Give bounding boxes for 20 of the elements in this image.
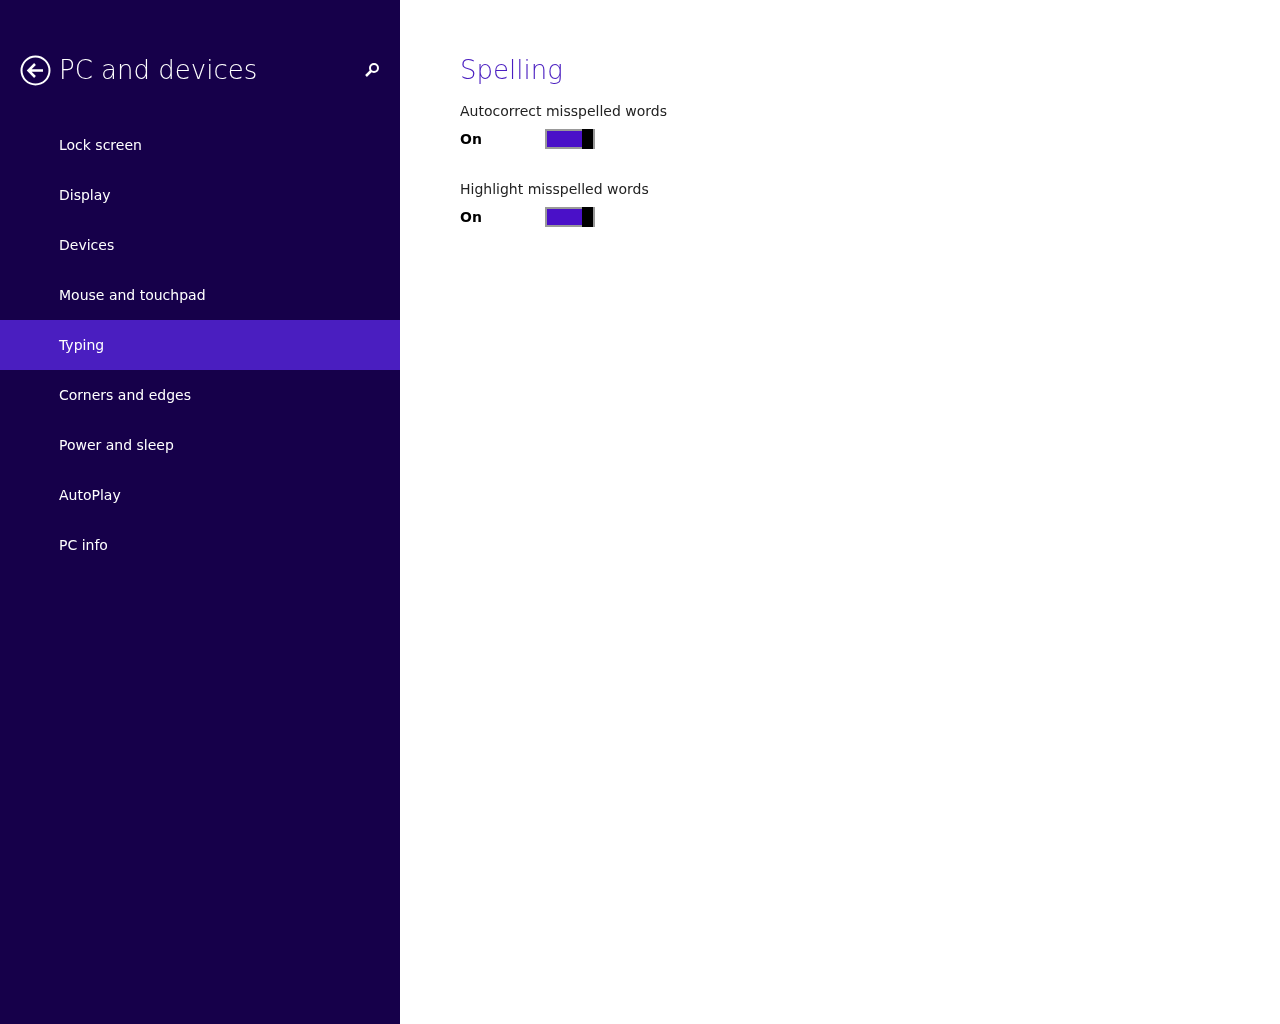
toggle-switch[interactable] — [545, 207, 595, 227]
sidebar-item[interactable]: AutoPlay — [0, 470, 400, 520]
setting-label: Autocorrect misspelled words — [460, 103, 669, 119]
toggle-state-text: On — [460, 131, 483, 147]
search-button[interactable] — [364, 62, 380, 78]
search-icon — [364, 62, 380, 78]
sidebar-item[interactable]: Display — [0, 170, 400, 220]
sidebar-item[interactable]: Corners and edges — [0, 370, 400, 420]
sidebar-item[interactable]: Power and sleep — [0, 420, 400, 470]
sidebar-item[interactable]: Devices — [0, 220, 400, 270]
back-button[interactable] — [20, 54, 51, 86]
setting-label: Highlight misspelled words — [460, 181, 650, 197]
sidebar-item[interactable]: Typing — [0, 320, 400, 370]
sidebar-item[interactable]: PC info — [0, 520, 400, 570]
toggle-state-text: On — [460, 209, 483, 225]
sidebar-title: PC and devices — [59, 55, 259, 85]
toggle-switch[interactable] — [545, 129, 595, 149]
sidebar-item[interactable]: Lock screen — [0, 120, 400, 170]
sidebar-item[interactable]: Mouse and touchpad — [0, 270, 400, 320]
section-heading: Spelling — [460, 55, 564, 85]
